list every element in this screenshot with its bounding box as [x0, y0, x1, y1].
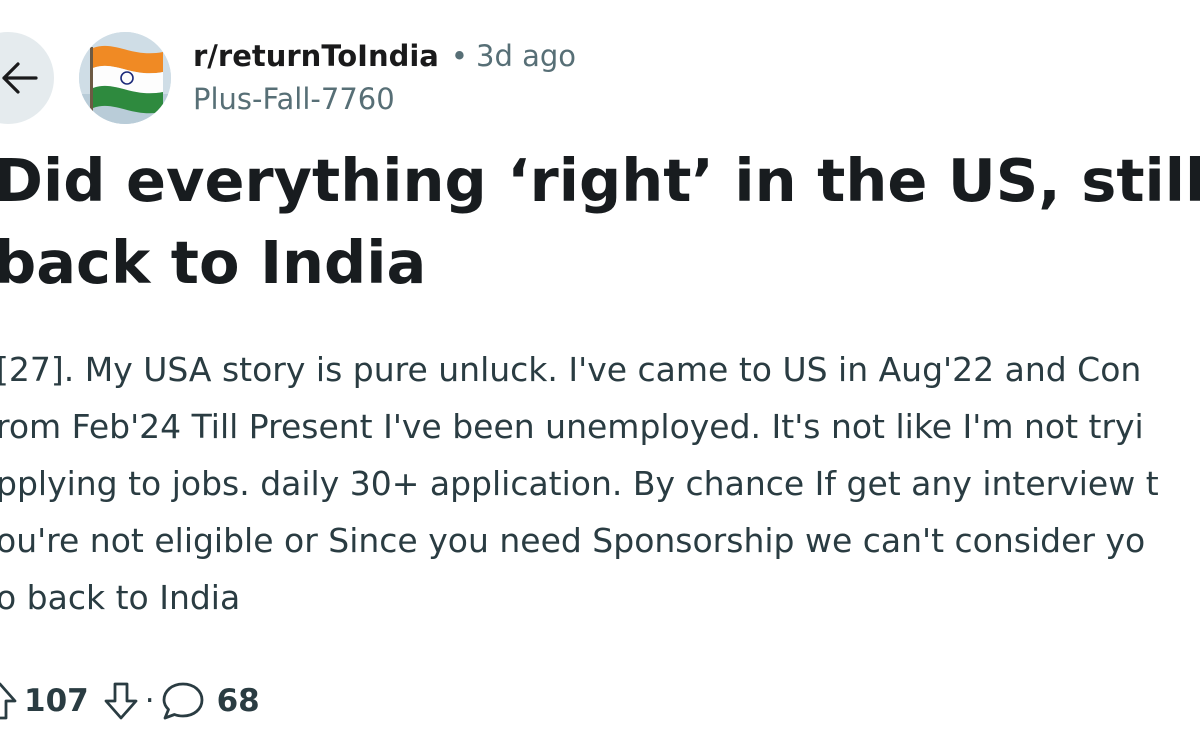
post-timestamp: 3d ago: [476, 39, 576, 73]
actions-separator: ·: [144, 683, 155, 719]
meta-separator: •: [450, 39, 468, 73]
upvote-button[interactable]: [0, 681, 18, 721]
post-title-line: Did everything ‘right’ in the US, still …: [0, 146, 1200, 215]
subreddit-link[interactable]: r/returnToIndia: [193, 39, 439, 73]
subreddit-avatar[interactable]: [79, 32, 171, 124]
post-title-line: back to India: [0, 228, 427, 297]
post-title[interactable]: Did everything ‘right’ in the US, still …: [0, 140, 1200, 304]
post-actions: 107 · 68: [0, 676, 260, 726]
comments-button[interactable]: [161, 680, 205, 722]
post-body-line: pplying to jobs. daily 30+ application. …: [0, 464, 1159, 503]
comment-bubble-icon: [162, 682, 203, 720]
post-body-line: ou're not eligible or Since you need Spo…: [0, 521, 1146, 560]
post-body-line: rom Feb'24 Till Present I've been unempl…: [0, 407, 1144, 446]
post-body: [27]. My USA story is pure unluck. I've …: [0, 341, 1200, 626]
india-flag-icon: [79, 32, 171, 124]
downvote-button[interactable]: [103, 681, 139, 721]
comment-count: 68: [216, 683, 260, 719]
downvote-arrow-icon: [104, 682, 138, 720]
post-body-line: o back to India: [0, 578, 241, 617]
post-meta: r/returnToIndia • 3d ago: [193, 36, 576, 76]
vote-count: 107: [24, 683, 89, 719]
upvote-arrow-icon: [0, 682, 17, 720]
post-body-line: [27]. My USA story is pure unluck. I've …: [0, 350, 1142, 389]
author-link[interactable]: Plus-Fall-7760: [193, 82, 395, 116]
back-button[interactable]: [0, 32, 54, 124]
arrow-left-icon: [2, 62, 38, 94]
